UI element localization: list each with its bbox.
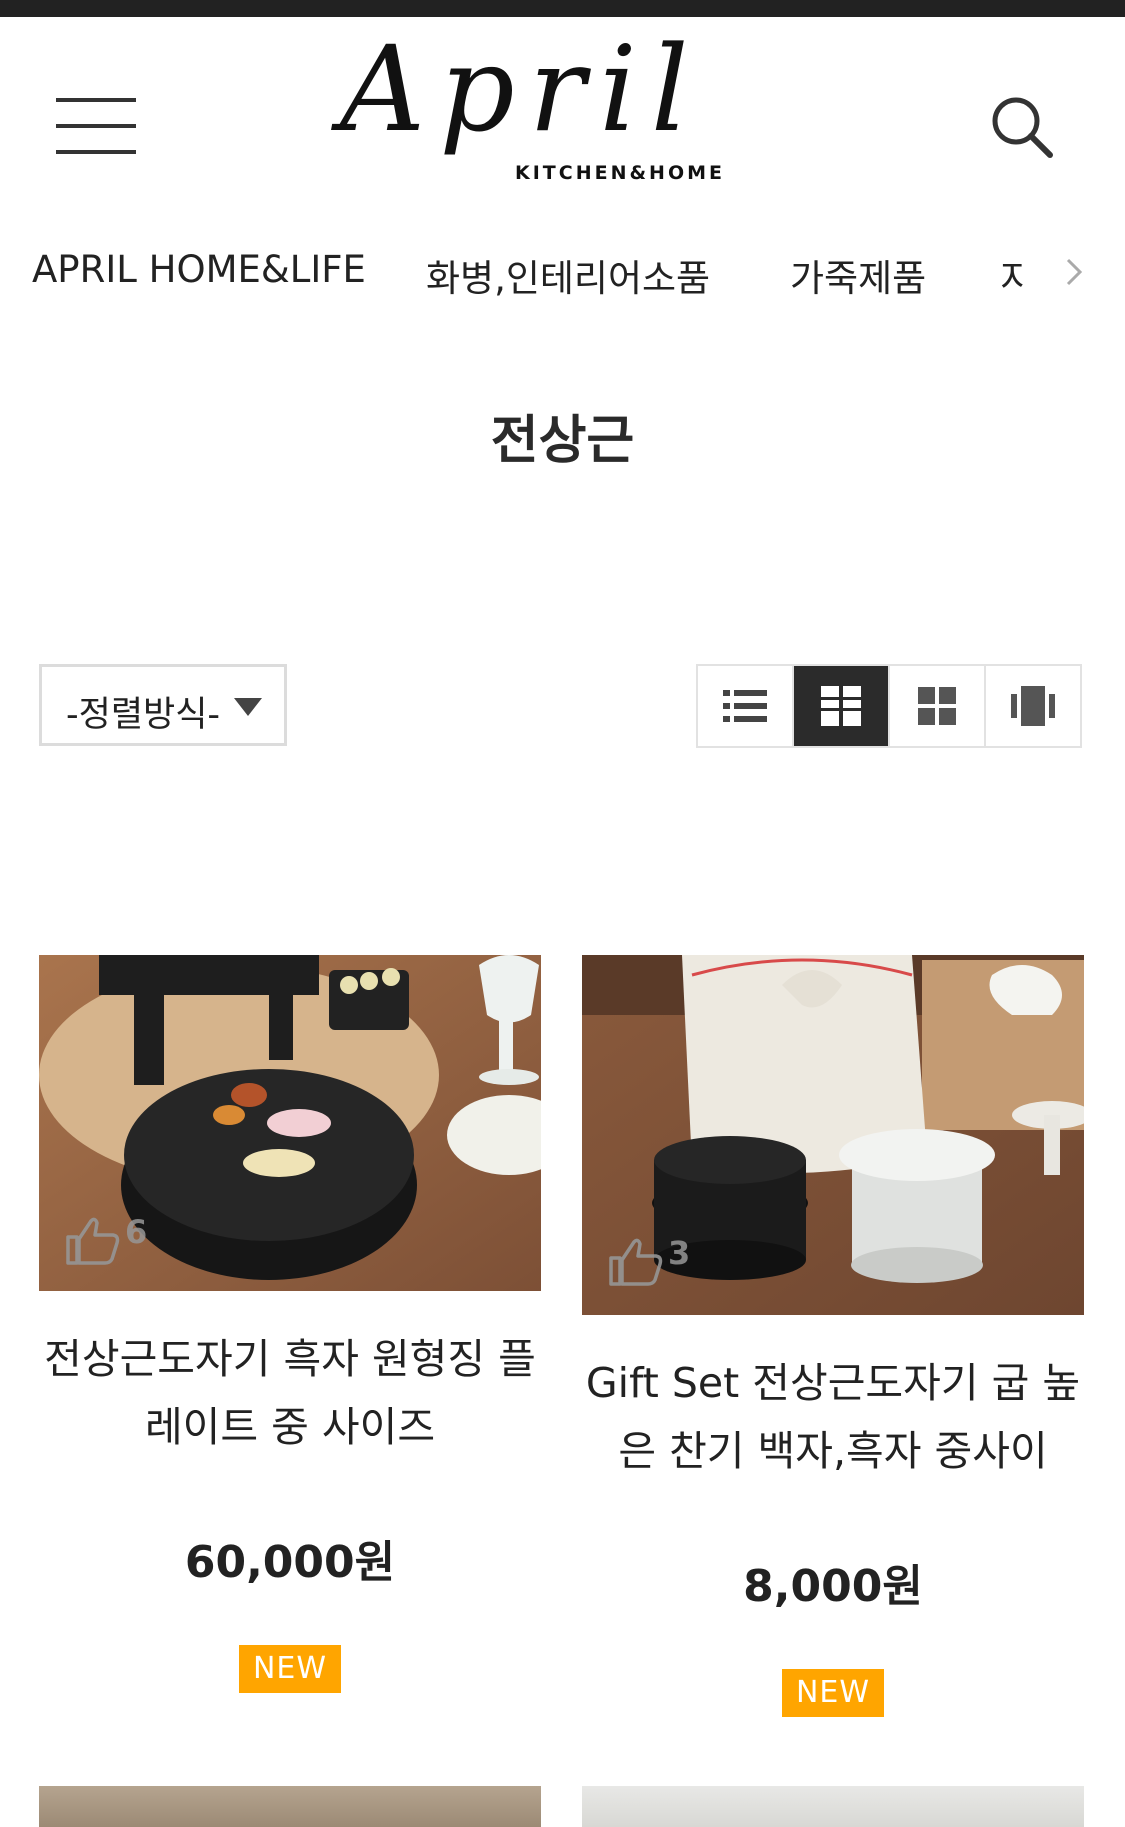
like-count: 6 <box>125 1213 148 1251</box>
category-nav: APRIL HOME&LIFE 화병,인테리어소품 가죽제품 지 <box>0 240 1125 300</box>
category-item-leather[interactable]: 가죽제품 <box>790 248 926 302</box>
category-item-partial[interactable]: 지 <box>1000 248 1026 296</box>
view-grid-4-button[interactable] <box>890 666 986 746</box>
product-name[interactable]: Gift Set 전상근도자기 굽 높은 찬기 백자,흑자 중사이 <box>582 1349 1084 1485</box>
gallery-icon <box>1011 686 1055 726</box>
sort-label: -정렬방식- <box>66 695 221 735</box>
sort-select[interactable]: -정렬방식- <box>39 664 287 746</box>
like-button[interactable]: 3 <box>608 1234 690 1286</box>
page-title: 전상근 <box>490 411 635 471</box>
view-gallery-button[interactable] <box>986 666 1080 746</box>
grid-4-icon <box>918 687 956 725</box>
view-grid-2-button[interactable] <box>794 666 890 746</box>
logo-text: April <box>340 20 703 158</box>
new-badge: NEW <box>782 1669 884 1717</box>
search-icon[interactable] <box>990 95 1054 159</box>
list-icon <box>723 690 767 722</box>
logo-subtext: KITCHEN&HOME <box>515 162 725 184</box>
view-list-button[interactable] <box>698 666 794 746</box>
product-price: 8,000원 <box>743 1561 923 1612</box>
grid-2-icon <box>821 686 861 726</box>
menu-icon[interactable] <box>56 98 136 154</box>
category-item-april-home-life[interactable]: APRIL HOME&LIFE <box>32 248 366 291</box>
like-button[interactable]: 6 <box>65 1213 147 1265</box>
caret-down-icon <box>234 698 262 716</box>
thumbs-up-icon <box>66 1217 120 1265</box>
category-item-vase-interior[interactable]: 화병,인테리어소품 <box>426 248 710 302</box>
status-bar <box>0 0 1125 17</box>
product-image[interactable] <box>582 1786 1084 1827</box>
new-badge: NEW <box>239 1645 341 1693</box>
product-price: 60,000원 <box>184 1537 396 1588</box>
product-image[interactable] <box>39 1786 541 1827</box>
page: April KITCHEN&HOME APRIL HOME&LIFE 화병,인테… <box>0 0 1125 1827</box>
view-toggle <box>696 664 1082 748</box>
product-name[interactable]: 전상근도자기 흑자 원형징 플레이트 중 사이즈 <box>39 1325 541 1461</box>
chevron-right-icon[interactable] <box>1062 256 1086 288</box>
logo[interactable]: April KITCHEN&HOME <box>330 30 790 200</box>
like-count: 3 <box>668 1234 691 1272</box>
thumbs-up-icon <box>609 1238 663 1286</box>
